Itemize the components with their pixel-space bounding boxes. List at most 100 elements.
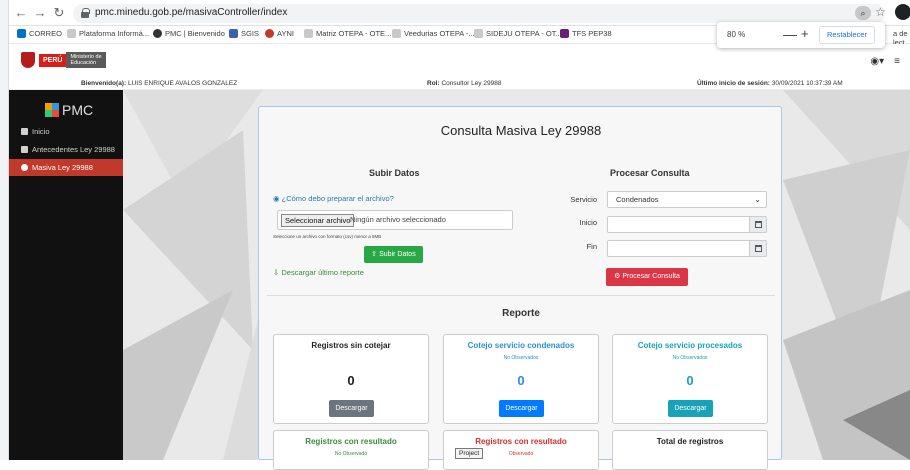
stat-card-total: Total de registros	[612, 430, 768, 470]
sidebar-item-antecedentes[interactable]: Antecedentes Ley 29988	[9, 141, 123, 158]
zoom-popup: 80 % — + Restablecer	[717, 22, 885, 48]
calendar-icon	[755, 245, 762, 252]
profile-avatar[interactable]	[895, 4, 910, 20]
file-input[interactable]: Seleccionar archivo Ningún archivo selec…	[277, 210, 513, 230]
url-text: pmc.minedu.gob.pe/masivaController/index	[95, 7, 288, 18]
bookmark-item[interactable]: SGIS	[229, 29, 259, 38]
service-select[interactable]: Condenados ⌄	[607, 191, 767, 208]
welcome-info: Bienvenido(a): LUIS ENRIQUE AVALOS GONZA…	[81, 80, 238, 87]
stat-card-procesados: Cotejo servicio procesados No Observados…	[612, 334, 768, 424]
end-date-label: Fin	[586, 242, 597, 251]
end-calendar-button[interactable]	[749, 240, 767, 257]
process-section-title: Procesar Consulta	[610, 168, 690, 178]
eye-icon: ◉	[273, 194, 280, 203]
bookmark-item[interactable]: Veedurias OTEPA -...	[392, 29, 475, 38]
stat-title: Total de registros	[656, 437, 724, 446]
outlook-icon	[17, 29, 26, 38]
brand-ministry: Ministerio de Educación	[66, 52, 107, 68]
document-icon	[21, 146, 28, 153]
report-title: Reporte	[502, 308, 540, 319]
help-link[interactable]: ◉ ¿Cómo debo preparar el archivo?	[273, 194, 394, 203]
pmc-logo: PMC	[45, 102, 93, 118]
ayni-icon	[265, 29, 274, 38]
user-menu-icon[interactable]: ◉▾	[870, 56, 884, 67]
end-date-input[interactable]	[607, 240, 750, 257]
stat-title: Registros con resultado	[475, 437, 567, 446]
bookmark-item[interactable]: TFS PEP38	[560, 29, 612, 38]
zoom-reset-button[interactable]: Restablecer	[819, 26, 875, 44]
app-header: PERÚ Ministerio de Educación ◉▾ ≡	[9, 44, 910, 78]
session-bar: Bienvenido(a): LUIS ENRIQUE AVALOS GONZA…	[9, 78, 910, 90]
stat-value: 0	[686, 373, 694, 388]
page-icon	[392, 29, 401, 38]
zoom-in-button[interactable]: +	[801, 26, 809, 41]
home-icon	[21, 128, 28, 135]
role-info: Rol: Consultor Ley 29988	[427, 80, 502, 87]
bookmark-item[interactable]: SIDEJU OTEPA - OT...	[474, 29, 562, 38]
bookmark-item[interactable]: Plataforma Informá...	[67, 29, 149, 38]
download-condenados-button[interactable]: Descargar	[499, 400, 544, 417]
service-label: Servicio	[570, 195, 597, 204]
process-query-button[interactable]: ⚙ Procesar Consulta	[606, 268, 688, 286]
header-actions: ◉▾ ≡	[870, 56, 900, 67]
start-date-label: Inicio	[579, 218, 597, 227]
file-hint: Seleccione un archivo con formato (csv) …	[273, 234, 382, 239]
download-icon: ⇩	[273, 268, 280, 277]
zoom-icon[interactable]: ⌕	[855, 6, 871, 20]
stat-subtitle: No Observados	[672, 355, 708, 361]
start-calendar-button[interactable]	[749, 216, 767, 233]
page-icon	[304, 29, 313, 38]
page-icon	[67, 29, 76, 38]
download-unmatched-button[interactable]: Descargar	[329, 400, 374, 417]
stat-subtitle: No Observado	[334, 451, 368, 457]
bookmark-item[interactable]: CORREO	[17, 29, 62, 38]
gear-icon: ⚙	[614, 273, 621, 280]
bookmark-item[interactable]: AYNI	[265, 29, 294, 38]
back-icon[interactable]: ←	[13, 5, 29, 21]
sidebar: PMC Inicio Antecedentes Ley 29988 Masiva…	[9, 90, 123, 460]
shield-icon	[21, 52, 35, 68]
sidebar-item-masiva[interactable]: Masiva Ley 29988	[9, 159, 123, 176]
upload-data-button[interactable]: ⇧ Subir Datos	[364, 246, 423, 263]
star-icon[interactable]: ☆	[875, 5, 886, 19]
stat-card-condenados: Cotejo servicio condenados No Observados…	[443, 334, 599, 424]
stat-subtitle: No Observados	[503, 355, 539, 361]
section-divider	[267, 295, 775, 296]
stat-title: Cotejo servicio condenados	[467, 341, 575, 350]
chevron-down-icon: ⌄	[754, 195, 761, 204]
download-procesados-button[interactable]: Descargar	[668, 400, 713, 417]
zoom-out-button[interactable]: —	[783, 26, 797, 42]
start-date-input[interactable]	[607, 216, 750, 233]
stat-value: 0	[347, 373, 355, 388]
stat-title: Registros con resultado	[305, 437, 397, 446]
stat-card-unmatched: Registros sin cotejar 0 Descargar	[273, 334, 429, 424]
consulta-card: Consulta Masiva Ley 29988 Subir Datos ◉ …	[258, 106, 782, 470]
stat-value: 0	[517, 373, 525, 388]
page-icon	[474, 29, 483, 38]
stat-title: Cotejo servicio procesados	[637, 341, 743, 350]
tooltip: Project	[455, 448, 484, 459]
page-title: Consulta Masiva Ley 29988	[440, 123, 602, 138]
last-login-info: Último inicio de sesión: 30/09/2021 10:3…	[697, 80, 843, 87]
brand-peru: PERÚ	[39, 53, 67, 67]
globe-icon	[153, 29, 162, 38]
calendar-icon	[755, 221, 762, 228]
reload-icon[interactable]: ↻	[51, 5, 67, 21]
bookmark-item[interactable]: PMC | Bienvenido	[153, 29, 225, 38]
minedu-logo: PERÚ Ministerio de Educación	[21, 52, 107, 68]
bookmark-item[interactable]: Matriz OTEPA - OTE...	[304, 29, 391, 38]
window-frame	[0, 0, 9, 460]
forward-icon[interactable]: →	[32, 5, 48, 21]
stat-title: Registros sin cotejar	[311, 341, 391, 350]
vs-icon	[560, 29, 569, 38]
file-status: Ningún archivo seleccionado	[350, 215, 446, 224]
sidebar-item-inicio[interactable]: Inicio	[9, 123, 123, 140]
stat-card-no-observado: Registros con resultado No Observado	[273, 430, 429, 470]
address-bar[interactable]: pmc.minedu.gob.pe/masivaController/index	[73, 4, 885, 23]
chart-icon	[229, 29, 238, 38]
upload-icon: ⇧	[371, 251, 378, 258]
menu-icon[interactable]: ≡	[894, 56, 900, 67]
choose-file-button[interactable]: Seleccionar archivo	[281, 214, 355, 227]
upload-section-title: Subir Datos	[369, 168, 420, 178]
download-report-link[interactable]: ⇩ Descargar último reporte	[273, 268, 364, 277]
